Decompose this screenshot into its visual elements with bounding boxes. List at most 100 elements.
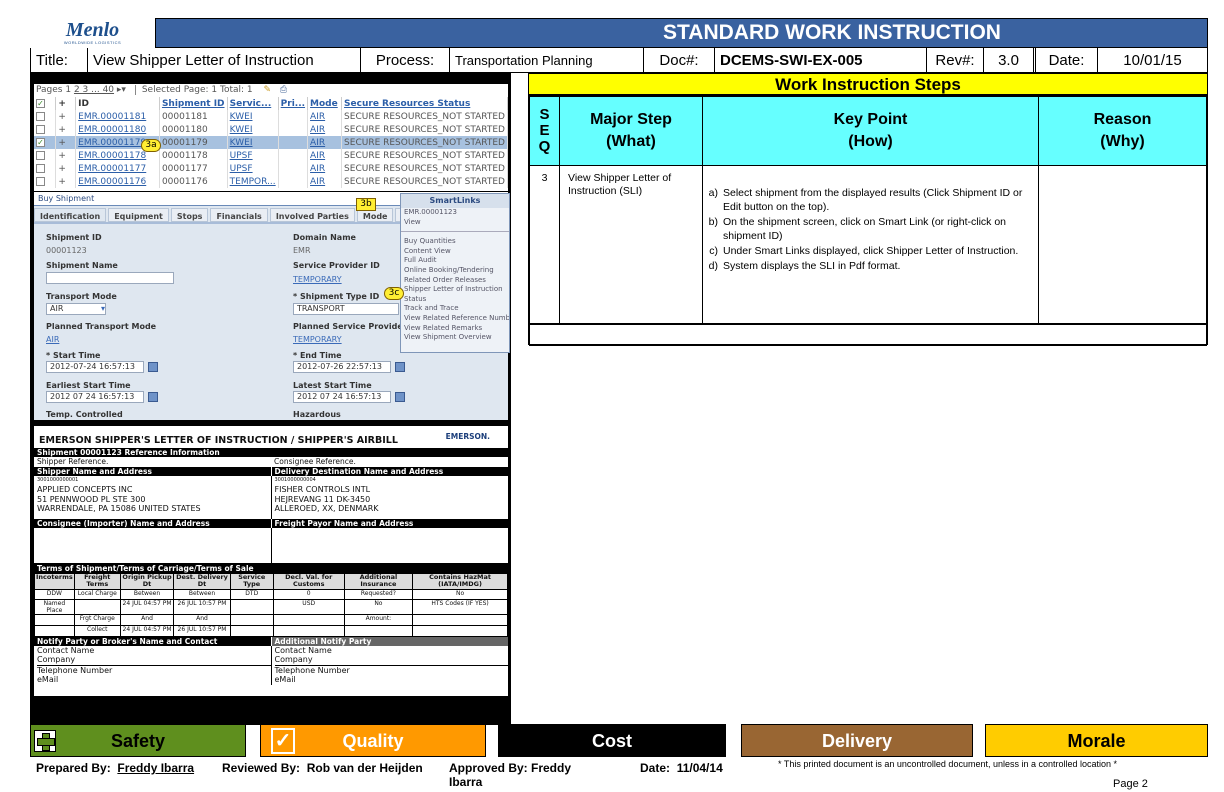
table-row[interactable]: + EMR.00001177 00001177 UPSF AIR SECURE RESOU… [34,162,508,175]
row-checkbox[interactable] [34,162,57,175]
select-all-checkbox[interactable]: ✓ [34,97,57,110]
row-expand[interactable]: + [55,110,77,123]
end-time-input[interactable]: 2012-07-26 22:57:13 [293,361,391,373]
row-service-link[interactable]: KWEI [227,136,279,149]
row-mode-link[interactable]: AIR [307,123,343,136]
shipment-type-input[interactable]: TRANSPORT [293,303,399,315]
tab-identification[interactable]: Identification [34,208,107,222]
table-row[interactable]: + EMR.00001180 00001180 KWEI AIR SECURE RESOU… [34,123,508,136]
row-checkbox[interactable] [34,149,57,162]
contact-line: Contact Name [274,645,332,655]
smartlinks-title: SmartLinks [401,194,509,208]
terms-cell: Freight Terms [73,572,121,590]
table-row[interactable]: + EMR.00001181 00001181 KWEI AIR SECURE RESOU… [34,110,508,123]
smartlink-item[interactable]: Full Audit [401,256,509,266]
terms-cell: Named Place [34,598,75,615]
col-mode[interactable]: Mode [310,99,338,109]
row-mode-link[interactable]: AIR [307,136,343,149]
next-page-icon[interactable]: ▸▾ [117,85,126,95]
col-priority[interactable]: Pri... [281,99,305,109]
smartlink-item[interactable]: Track and Trace [401,304,509,314]
row-service-link[interactable]: KWEI [227,110,279,123]
row-mode-link[interactable]: AIR [307,110,343,123]
row-mode-link[interactable]: AIR [307,175,343,188]
planned-service-provider-link[interactable]: TEMPORARY [293,335,342,344]
terms-cell: 26 JUL 10:57 PM [173,598,231,615]
print-icon[interactable]: ⎙ [280,85,287,95]
row-service-link[interactable]: KWEI [227,123,279,136]
tab-equipment[interactable]: Equipment [108,208,169,222]
row-status: SECURE RESOURCES_NOT STARTED [341,110,508,123]
earliest-start-input[interactable]: 2012 07 24 16:57:13 [46,391,144,403]
calendar-icon[interactable] [148,362,158,372]
shipment-name-input[interactable] [46,272,174,284]
table-row[interactable]: ✓ + EMR.00001179 00001179 KWEI AIR SECURE RESO… [34,136,508,149]
row-checkbox[interactable] [34,110,57,123]
transport-mode-select[interactable]: AIR ▾ [46,303,106,315]
terms-cell [412,624,508,637]
sli-reference-bar: Shipment 00001123 Reference Information [34,448,508,457]
edit-icon[interactable]: ✎ [264,85,272,95]
smartlink-item[interactable]: Shipper Letter of Instruction [401,285,509,295]
smartlink-item[interactable]: Online Booking/Tendering [401,266,509,276]
address-line: HEJREVANG 11 DK-3450 [274,494,371,504]
row-expand[interactable]: + [55,175,77,188]
tab-involved-parties[interactable]: Involved Parties [269,208,355,222]
smartlink-item[interactable]: View Related Remarks [401,324,509,334]
smartlink-item[interactable]: View Shipment Overview [401,333,509,343]
row-id-link[interactable]: EMR.00001176 [75,175,160,188]
tab-financials[interactable]: Financials [210,208,268,222]
start-time-label: * Start Time [46,351,101,360]
col-service[interactable]: Servic... [230,99,272,109]
col-id[interactable]: ID [75,97,160,110]
row-checkbox[interactable] [34,175,57,188]
row-id-link[interactable]: EMR.00001177 [75,162,160,175]
smartlink-item[interactable]: Related Order Releases [401,276,509,286]
delivery-category: Delivery [741,724,973,757]
key-point-item: d) System displays the SLI in Pdf format. [708,260,901,272]
row-mode-link[interactable]: AIR [307,162,343,175]
row-id-link[interactable]: EMR.00001180 [75,123,160,136]
smartlink-item[interactable]: View [401,218,509,228]
row-status: SECURE RESOURCES_NOT STARTED [341,136,508,149]
address-line: 3001000000004 [274,476,316,483]
row-mode-link[interactable]: AIR [307,149,343,162]
calendar-icon[interactable] [395,362,405,372]
tab-stops[interactable]: Stops [170,208,209,222]
latest-start-input[interactable]: 2012 07 24 16:57:13 [293,391,391,403]
quality-category: ✓ Quality [260,724,486,757]
smartlink-item[interactable]: Content View [401,247,509,257]
col-shipment-id[interactable]: Shipment ID [162,99,225,109]
calendar-icon[interactable] [148,392,158,402]
planned-service-provider-label: Planned Service Provider [293,322,407,331]
calendar-icon[interactable] [395,392,405,402]
consignee-reference: Consignee Reference. [274,457,356,466]
transport-mode-label: Transport Mode [46,292,117,301]
smartlink-item[interactable]: Buy Quantities [401,237,509,247]
start-time-input[interactable]: 2012-07-24 16:57:13 [46,361,144,373]
row-service-link[interactable]: TEMPOR... [227,175,279,188]
smartlink-item[interactable]: View Related Reference Numbers [401,314,509,324]
row-service-link[interactable]: UPSF [227,149,279,162]
smartlink-item[interactable]: EMR.00001123 [401,208,509,218]
service-provider-link[interactable]: TEMPORARY [293,275,342,284]
table-row[interactable]: + EMR.00001176 00001176 TEMPOR... AIR SECURE … [34,175,508,188]
table-row[interactable]: + EMR.00001178 00001178 UPSF AIR SECURE RESOU… [34,149,508,162]
row-checkbox[interactable] [34,123,57,136]
col-status[interactable]: Secure Resources Status [344,99,470,109]
terms-cell: Contains HazMat (IATA/IMDG) [412,572,508,590]
prepared-by: Prepared By: Freddy Ibarra [36,761,195,775]
terms-row: Collect 24 JUL 04:57 PM 26 JUL 10:57 PM [34,624,508,637]
row-expand[interactable]: + [55,162,77,175]
row-id-link[interactable]: EMR.00001181 [75,110,160,123]
terms-cell: Amount: [343,613,414,626]
smartlink-item[interactable]: Status [401,295,509,305]
row-service-link[interactable]: UPSF [227,162,279,175]
page-links[interactable]: 2 3 ... 40 [74,85,114,95]
row-expand[interactable]: + [55,149,77,162]
row-expand[interactable]: + [55,123,77,136]
row-checkbox[interactable]: ✓ [34,136,57,149]
planned-transport-mode-link[interactable]: AIR [46,335,59,344]
row-expand[interactable]: + [55,136,77,149]
terms-cell [229,624,274,637]
